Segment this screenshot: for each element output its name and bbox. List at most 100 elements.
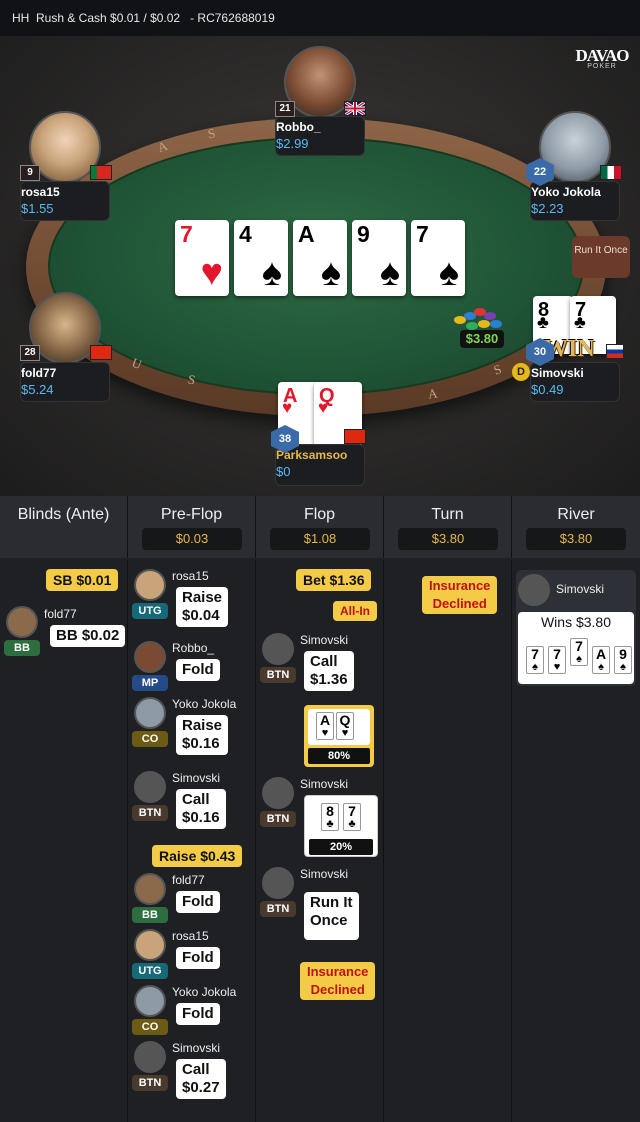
bb-bubble: BB $0.02 <box>50 625 126 647</box>
col-river-header: River $3.80 <box>512 496 640 558</box>
history-player-name: rosa15 <box>172 569 209 583</box>
col-turn-header: Turn $3.80 <box>384 496 512 558</box>
hongkong-flag-icon <box>344 429 366 444</box>
level-badge: 28 <box>20 345 40 361</box>
allin-badge: All-In <box>333 601 377 621</box>
history-avatar <box>134 569 166 601</box>
history-avatar <box>134 771 166 803</box>
position-badge: UTG <box>132 603 168 619</box>
col-title: Turn <box>431 506 464 523</box>
col-preflop-header: Pre-Flop $0.03 <box>128 496 256 558</box>
run-it-once-label: Run It Once <box>572 236 630 278</box>
col-title: Blinds (Ante) <box>17 506 110 523</box>
player-stack: $1.55 <box>21 201 54 216</box>
history-player-name: Robbo_ <box>172 641 215 655</box>
hand-title: HH Rush & Cash $0.01 / $0.02 - RC7626880… <box>0 0 640 36</box>
equity-percent: 80% <box>308 748 370 764</box>
player-name: Simovski <box>531 366 584 380</box>
position-badge: BTN <box>260 667 296 683</box>
player-name: Robbo_ <box>276 120 321 134</box>
position-badge: CO <box>132 1019 168 1035</box>
history-player-name: Simovski <box>300 777 349 791</box>
call-bubble: Call $1.36 <box>304 651 354 691</box>
player-stack: $0 <box>276 464 291 479</box>
portugal-flag-icon <box>90 165 112 180</box>
insurance-declined-badge: Insurance Declined <box>300 962 376 1000</box>
position-badge: BB <box>4 640 40 656</box>
mexico-flag-icon <box>600 165 622 180</box>
history-player-name: Yoko Jokola <box>172 985 237 999</box>
col-title: Pre-Flop <box>160 506 223 523</box>
history-avatar <box>518 574 550 606</box>
position-badge: MP <box>132 675 168 691</box>
col-flop-header: Flop $1.08 <box>256 496 384 558</box>
brand-logo: DAVAO POKER <box>574 46 630 70</box>
level-badge: 9 <box>20 165 40 181</box>
equity-box-loser: 8 ♣ 7 ♣ 20% <box>304 795 378 857</box>
action-bubble: Fold <box>176 891 220 913</box>
action-bubble: Fold <box>176 659 220 681</box>
action-bubble: Call $0.27 <box>176 1059 226 1099</box>
wins-amount: Wins $3.80 <box>540 614 612 630</box>
run-it-once-bubble: Run It Once <box>304 892 359 940</box>
player-plate-yoko: Yoko Jokola $2.23 <box>530 181 620 221</box>
player-name: Yoko Jokola <box>531 185 601 199</box>
position-badge: BTN <box>260 811 296 827</box>
player-name: fold77 <box>21 366 57 380</box>
history-avatar <box>134 641 166 673</box>
history-player-name: fold77 <box>172 873 205 887</box>
app-root: { "header": {"title": "HH Rush & Cash $0… <box>0 0 640 1122</box>
river-mini-card: A ♠ <box>592 646 610 674</box>
river-mini-card: 7 ♠ <box>570 638 588 666</box>
river-mini-card: 7 ♠ <box>526 646 544 674</box>
board-card: 9 ♠ <box>352 220 406 296</box>
history-player-name: fold77 <box>44 607 77 621</box>
col-pot: $3.80 <box>398 528 498 550</box>
col-title: River <box>557 506 595 523</box>
board-card: 4 ♠ <box>234 220 288 296</box>
action-bubble: Fold <box>176 1003 220 1025</box>
history-player-name: Simovski <box>300 867 349 881</box>
board-card: A ♠ <box>293 220 347 296</box>
russia-flag-icon <box>606 344 624 359</box>
history-avatar <box>262 867 294 899</box>
col-turn-body <box>384 560 512 1122</box>
history-avatar <box>262 777 294 809</box>
history-avatar <box>134 985 166 1017</box>
level-badge: 21 <box>275 101 295 117</box>
action-bubble: Call $0.16 <box>176 789 226 829</box>
player-stack: $0.49 <box>531 382 564 397</box>
pot-amount: $3.80 <box>460 330 504 348</box>
raise-bubble: Raise $0.43 <box>152 845 243 867</box>
uk-flag-icon <box>344 100 366 117</box>
board-card: 7 ♠ <box>411 220 465 296</box>
position-badge: CO <box>132 731 168 747</box>
player-plate-rosa: rosa15 $1.55 <box>20 181 110 221</box>
history-avatar <box>134 873 166 905</box>
history-player-name: rosa15 <box>172 929 209 943</box>
action-bubble: Fold <box>176 947 220 969</box>
history-player-name: Simovski <box>172 771 221 785</box>
history-avatar <box>134 1041 166 1073</box>
pot-chips-icon <box>452 298 506 332</box>
sb-bubble: SB $0.01 <box>46 569 119 591</box>
board-card: 7 ♥ <box>175 220 229 296</box>
history-avatar <box>134 697 166 729</box>
history-avatar <box>6 606 38 638</box>
action-bubble: Raise $0.04 <box>176 587 229 627</box>
river-mini-card: 7 ♥ <box>548 646 566 674</box>
bet-bubble: Bet $1.36 <box>296 569 372 591</box>
history-avatar <box>134 929 166 961</box>
history-player-name: Simovski <box>172 1041 221 1055</box>
player-plate-robbo: Robbo_ $2.99 <box>275 116 365 156</box>
history-player-name: Simovski <box>300 633 349 647</box>
insurance-declined-badge: Insurance Declined <box>422 576 498 614</box>
player-name: rosa15 <box>21 185 60 199</box>
history-player-name: Simovski <box>556 582 605 596</box>
player-stack: $2.23 <box>531 201 564 216</box>
player-stack: $5.24 <box>21 382 54 397</box>
hand-history: Blinds (Ante) Pre-Flop $0.03 Flop $1.08 … <box>0 496 640 1122</box>
player-plate-fold: fold77 $5.24 <box>20 362 110 402</box>
dealer-button: D <box>512 363 530 381</box>
equity-percent: 20% <box>309 839 373 855</box>
